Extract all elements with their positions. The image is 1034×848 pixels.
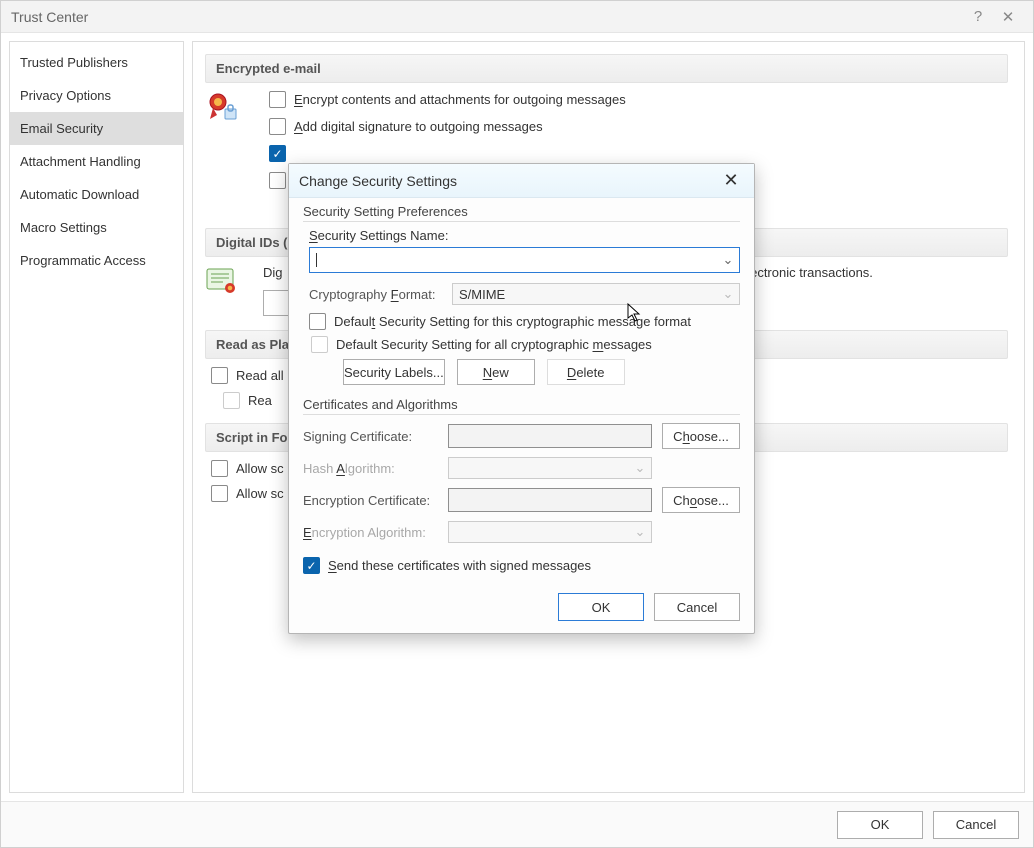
- encryption-alg-label: Encryption Algorithm:: [303, 525, 438, 540]
- sidebar-item-label: Attachment Handling: [20, 154, 141, 169]
- help-button[interactable]: ?: [963, 2, 993, 32]
- crypto-format-combo[interactable]: S/MIME ⌄: [452, 283, 740, 305]
- checkbox-icon: [269, 172, 286, 189]
- cancel-button[interactable]: Cancel: [933, 811, 1019, 839]
- text-caret: [316, 253, 317, 267]
- button-label: Cancel: [677, 600, 717, 615]
- button-label: OK: [871, 817, 890, 832]
- button-label: Cancel: [956, 817, 996, 832]
- encryption-cert-field: [448, 488, 652, 512]
- chevron-down-icon: ⌄: [721, 284, 735, 304]
- option-label: Default Security Setting for this crypto…: [334, 314, 691, 329]
- sidebar-item-macro-settings[interactable]: Macro Settings: [10, 211, 183, 244]
- button-label: Choose...: [673, 493, 729, 508]
- signing-cert-field: [448, 424, 652, 448]
- titlebar: Trust Center ? ✕: [1, 1, 1033, 33]
- checkbox-icon: [269, 91, 286, 108]
- checkbox-icon: [269, 145, 286, 162]
- checkbox-icon: [223, 392, 240, 409]
- security-name-label: Security Settings Name:: [309, 228, 740, 243]
- chevron-down-icon: ⌄: [721, 248, 735, 272]
- dialog-footer: OK Cancel: [1, 801, 1033, 847]
- button-label: Choose...: [673, 429, 729, 444]
- certificate-ribbon-icon: [205, 91, 239, 125]
- encrypt-contents-option[interactable]: Encrypt contents and attachments for out…: [269, 91, 1008, 108]
- group-security-preferences: Security Setting Preferences: [303, 204, 740, 222]
- option-label: Send these certificates with signed mess…: [328, 558, 591, 573]
- change-security-settings-dialog: Change Security Settings ✕ Security Sett…: [288, 163, 755, 634]
- security-name-combo[interactable]: ⌄: [309, 247, 740, 273]
- button-label: Delete: [567, 365, 605, 380]
- group-certificates-algorithms: Certificates and Algorithms: [303, 397, 740, 415]
- sidebar-item-label: Macro Settings: [20, 220, 107, 235]
- crypto-format-label: Cryptography Format:: [309, 287, 444, 302]
- delete-button: Delete: [547, 359, 625, 385]
- dialog-title: Change Security Settings: [299, 173, 718, 189]
- chevron-down-icon: ⌄: [633, 458, 647, 478]
- sidebar: Trusted Publishers Privacy Options Email…: [9, 41, 184, 793]
- sidebar-item-label: Programmatic Access: [20, 253, 146, 268]
- add-digital-signature-option[interactable]: Add digital signature to outgoing messag…: [269, 118, 1008, 135]
- ok-button[interactable]: OK: [837, 811, 923, 839]
- trust-center-window: Trust Center ? ✕ Trusted Publishers Priv…: [0, 0, 1034, 848]
- window-title: Trust Center: [11, 9, 963, 25]
- close-icon[interactable]: ✕: [718, 168, 744, 194]
- hash-alg-label: Hash Algorithm:: [303, 461, 438, 476]
- crypto-format-value: S/MIME: [459, 287, 505, 302]
- option-label: Default Security Setting for all cryptog…: [336, 337, 652, 352]
- ok-button[interactable]: OK: [558, 593, 644, 621]
- sidebar-item-label: Trusted Publishers: [20, 55, 128, 70]
- hidden-option-checked[interactable]: [269, 145, 1008, 162]
- cancel-button[interactable]: Cancel: [654, 593, 740, 621]
- encryption-alg-combo: ⌄: [448, 521, 652, 543]
- checkbox-icon: [309, 313, 326, 330]
- button-label: Security Labels...: [344, 365, 444, 380]
- sidebar-item-email-security[interactable]: Email Security: [10, 112, 183, 145]
- option-label: Allow sc: [236, 486, 284, 501]
- checkbox-icon: [303, 557, 320, 574]
- option-label: Rea: [248, 393, 272, 408]
- new-button[interactable]: New: [457, 359, 535, 385]
- choose-signing-button[interactable]: Choose...: [662, 423, 740, 449]
- hash-alg-combo: ⌄: [448, 457, 652, 479]
- send-certs-option[interactable]: Send these certificates with signed mess…: [303, 557, 740, 574]
- sidebar-item-automatic-download[interactable]: Automatic Download: [10, 178, 183, 211]
- choose-encryption-button[interactable]: Choose...: [662, 487, 740, 513]
- encryption-cert-label: Encryption Certificate:: [303, 493, 438, 508]
- signing-cert-label: Signing Certificate:: [303, 429, 438, 444]
- sidebar-item-programmatic-access[interactable]: Programmatic Access: [10, 244, 183, 277]
- button-label: New: [483, 365, 509, 380]
- default-for-format-option[interactable]: Default Security Setting for this crypto…: [309, 313, 740, 330]
- checkbox-icon: [211, 460, 228, 477]
- security-labels-button[interactable]: Security Labels...: [343, 359, 445, 385]
- option-label: Allow sc: [236, 461, 284, 476]
- checkbox-icon: [211, 367, 228, 384]
- default-for-all-option: Default Security Setting for all cryptog…: [311, 336, 740, 353]
- sidebar-item-trusted-publishers[interactable]: Trusted Publishers: [10, 46, 183, 79]
- chevron-down-icon: ⌄: [633, 522, 647, 542]
- certificate-icon: [205, 265, 239, 299]
- sidebar-item-attachment-handling[interactable]: Attachment Handling: [10, 145, 183, 178]
- option-label: Read all: [236, 368, 284, 383]
- sidebar-item-label: Email Security: [20, 121, 103, 136]
- close-button[interactable]: ✕: [993, 2, 1023, 32]
- section-encrypted-email: Encrypted e-mail: [205, 54, 1008, 83]
- option-label: ncrypt contents and attachments for outg…: [303, 92, 626, 107]
- checkbox-icon: [269, 118, 286, 135]
- button-label: OK: [592, 600, 611, 615]
- option-label: dd digital signature to outgoing message…: [303, 119, 543, 134]
- sidebar-item-privacy-options[interactable]: Privacy Options: [10, 79, 183, 112]
- sidebar-item-label: Automatic Download: [20, 187, 139, 202]
- checkbox-icon: [211, 485, 228, 502]
- sidebar-item-label: Privacy Options: [20, 88, 111, 103]
- dialog-titlebar: Change Security Settings ✕: [289, 164, 754, 198]
- checkbox-icon: [311, 336, 328, 353]
